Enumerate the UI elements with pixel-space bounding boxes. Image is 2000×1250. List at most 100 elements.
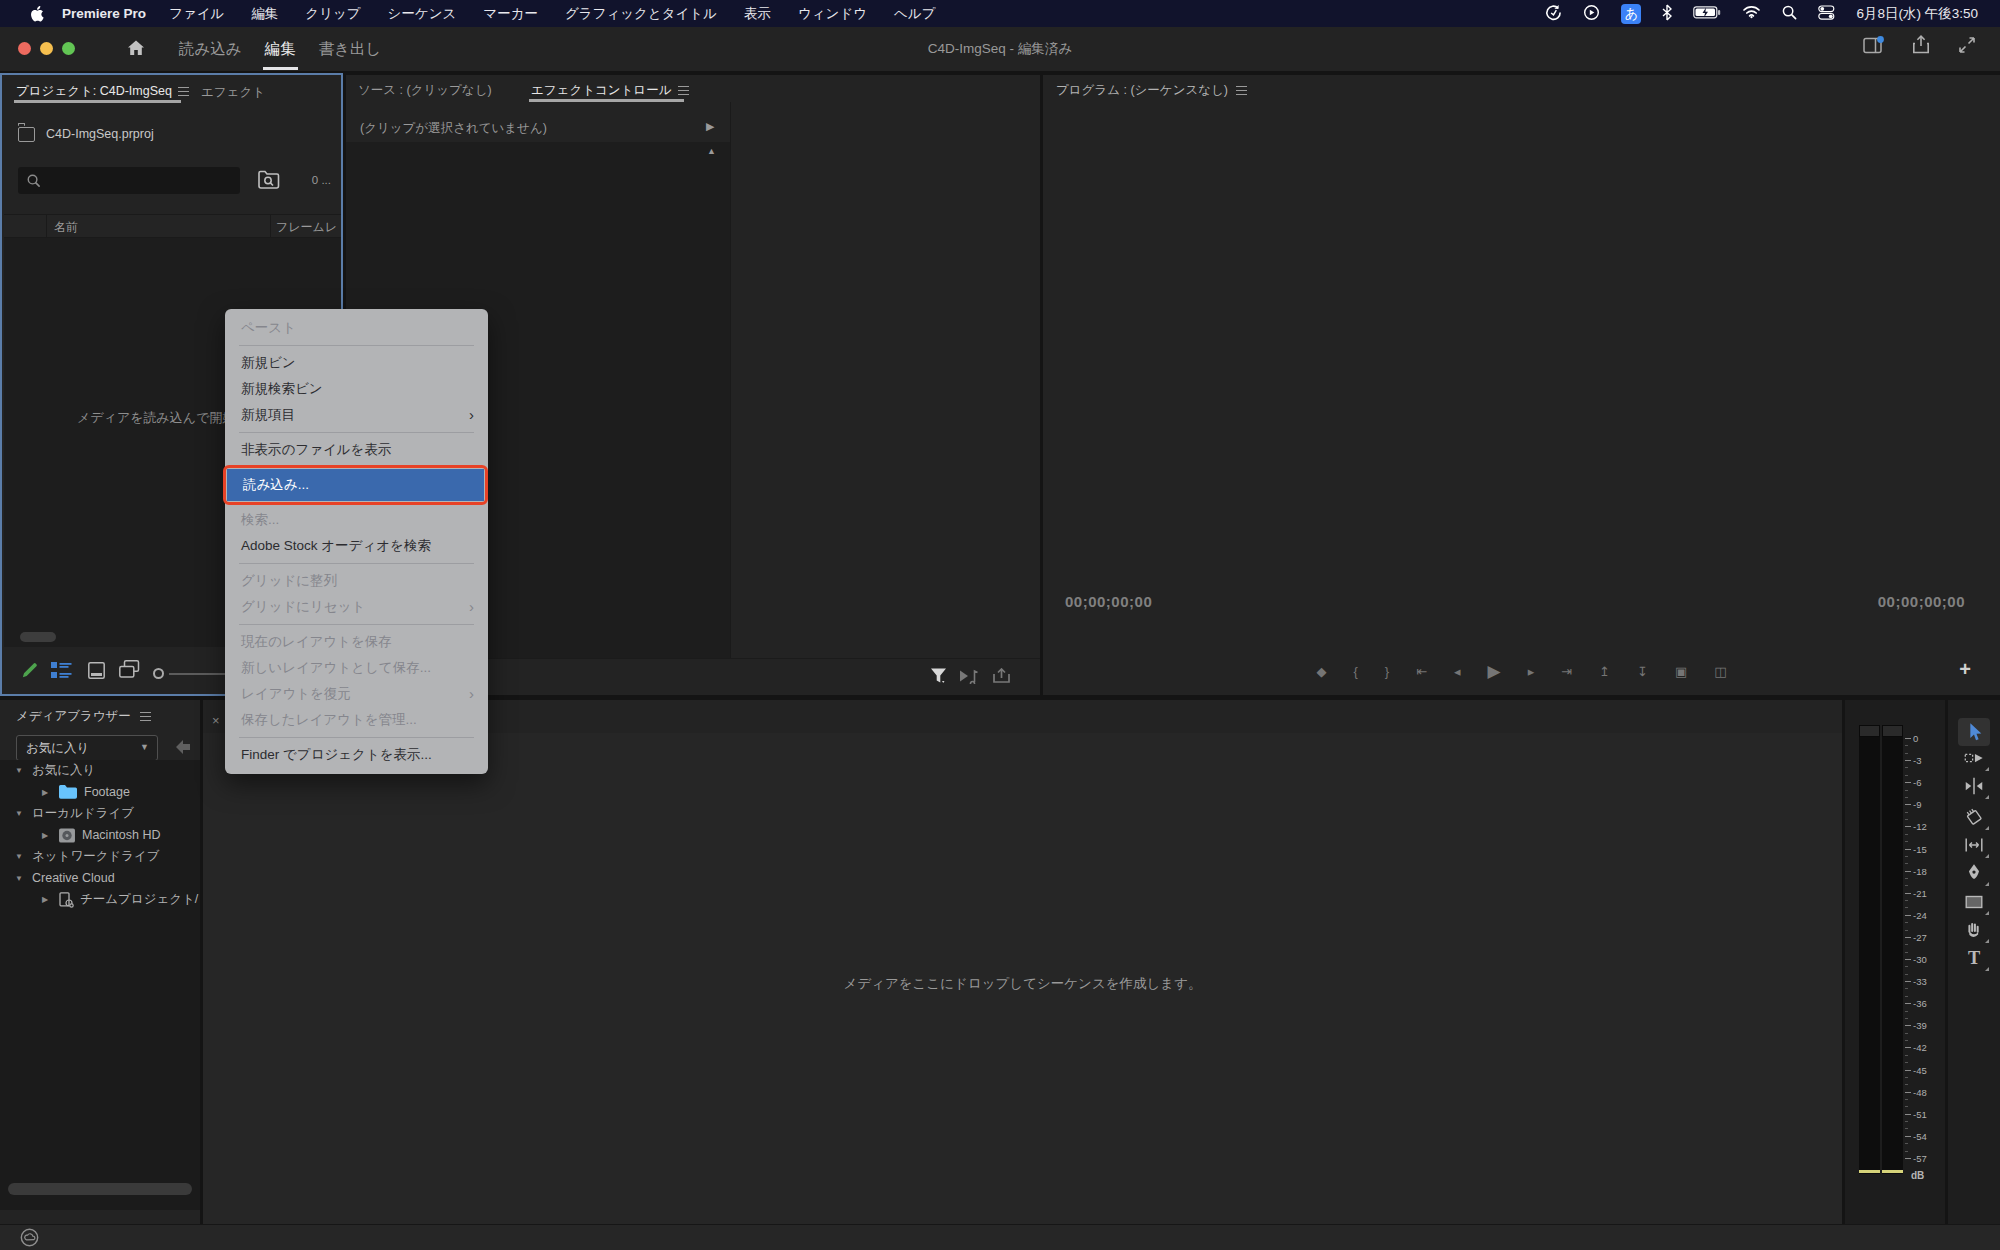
expand-row-icon[interactable]: ▶ — [706, 120, 714, 133]
chevron-collapsed-icon[interactable]: ▶ — [40, 788, 50, 797]
apple-menu-icon[interactable] — [30, 6, 44, 22]
tree-item--[interactable]: ▶チームプロジェクト/ — [0, 889, 200, 911]
type-tool[interactable]: T — [1963, 947, 1985, 969]
menu-item-9[interactable]: Adobe Stock オーディオを検索 — [225, 533, 488, 559]
menubar-clock[interactable]: 6月8日(水) 午後3:50 — [1856, 5, 1978, 23]
menubar-menu-3[interactable]: シーケンス — [388, 5, 457, 23]
control-center-icon[interactable] — [1818, 5, 1835, 23]
mode-tab-1[interactable]: 編集 — [265, 39, 296, 60]
timecode-current[interactable]: 00;00;00;00 — [1065, 593, 1152, 610]
play-icon[interactable]: ▶ — [1488, 661, 1501, 682]
spotlight-search-icon[interactable] — [1782, 5, 1797, 23]
horizontal-scrollbar[interactable] — [20, 632, 56, 642]
publish-icon[interactable] — [992, 668, 1011, 688]
close-panel-icon[interactable]: × — [212, 713, 220, 728]
step-back-icon[interactable]: ◂ — [1454, 664, 1461, 679]
tree-item--[interactable]: ▼お気に入り — [0, 760, 200, 782]
maximize-window-button[interactable] — [62, 42, 75, 55]
chevron-expanded-icon[interactable]: ▼ — [14, 852, 24, 861]
play-audio-icon[interactable] — [959, 668, 980, 688]
menubar-menu-4[interactable]: マーカー — [483, 5, 538, 23]
menubar-menu-7[interactable]: ウィンドウ — [798, 5, 867, 23]
rectangle-tool[interactable] — [1963, 891, 1985, 913]
chevron-collapsed-icon[interactable]: ▶ — [40, 895, 50, 904]
menubar-menu-1[interactable]: 編集 — [251, 5, 278, 23]
tree-item--[interactable]: ▼ネットワークドライブ — [0, 846, 200, 868]
panel-menu-icon[interactable] — [140, 709, 151, 724]
menubar-menu-5[interactable]: グラフィックとタイトル — [565, 5, 717, 23]
pen-tool[interactable] — [1963, 862, 1985, 884]
menubar-app-name[interactable]: Premiere Pro — [62, 6, 146, 21]
marker-icon[interactable]: ◆ — [1316, 664, 1326, 679]
panel-menu-icon[interactable] — [678, 83, 689, 98]
hand-tool[interactable] — [1963, 919, 1985, 941]
menubar-menu-0[interactable]: ファイル — [169, 5, 224, 23]
menu-item-3[interactable]: 新規検索ビン — [225, 376, 488, 402]
battery-icon[interactable] — [1693, 6, 1721, 22]
zoom-slider-handle[interactable] — [153, 668, 164, 679]
tab-source[interactable]: ソース : (クリップなし) — [358, 82, 492, 99]
list-view-icon[interactable] — [51, 662, 72, 683]
panel-menu-icon[interactable] — [178, 84, 189, 99]
column-name[interactable]: 名前 — [54, 219, 78, 236]
tab-effect-control[interactable]: エフェクトコントロール — [531, 82, 689, 99]
extract-icon[interactable]: ↧ — [1637, 664, 1648, 679]
media-browser-scrollbar[interactable] — [8, 1183, 192, 1195]
home-icon[interactable] — [126, 38, 146, 62]
ripple-edit-tool[interactable] — [1963, 775, 1985, 797]
tab-program[interactable]: プログラム : (シーケンスなし) — [1056, 82, 1247, 99]
scroll-up-icon[interactable]: ▲ — [707, 146, 716, 156]
tree-item-creative-cloud[interactable]: ▼Creative Cloud — [0, 868, 200, 890]
workspace-icon[interactable] — [1863, 36, 1884, 58]
chevron-expanded-icon[interactable]: ▼ — [14, 874, 24, 883]
comparison-view-icon[interactable]: ◫ — [1714, 664, 1726, 679]
mark-out-icon[interactable]: } — [1385, 664, 1389, 679]
menu-item-6[interactable]: 非表示のファイルを表示 — [225, 437, 488, 463]
tree-item-macintosh-hd[interactable]: ▶Macintosh HD — [0, 825, 200, 847]
pencil-icon[interactable] — [20, 661, 39, 684]
menu-item-19[interactable]: Finder でプロジェクトを表示... — [225, 742, 488, 768]
ime-icon[interactable]: あ — [1621, 4, 1641, 24]
favorites-dropdown[interactable]: お気に入り ▼ — [16, 735, 158, 761]
track-select-forward-tool[interactable] — [1963, 747, 1985, 769]
bluetooth-icon[interactable] — [1662, 4, 1672, 24]
export-frame-icon[interactable]: ▣ — [1675, 664, 1687, 679]
freeform-view-icon[interactable] — [119, 660, 140, 683]
play-circle-icon[interactable] — [1583, 4, 1600, 24]
quick-export-icon[interactable] — [1912, 35, 1930, 58]
menubar-menu-8[interactable]: ヘルプ — [894, 5, 935, 23]
chevron-collapsed-icon[interactable]: ▶ — [40, 831, 50, 840]
menu-item-4[interactable]: 新規項目› — [225, 402, 488, 428]
mark-in-icon[interactable]: { — [1353, 664, 1357, 679]
filter-properties-icon[interactable] — [930, 667, 947, 689]
icon-view-icon[interactable] — [88, 662, 105, 683]
panel-menu-icon[interactable] — [1236, 83, 1247, 98]
go-to-in-icon[interactable]: ⇤ — [1416, 664, 1427, 679]
audio-meters-panel[interactable]: 0-3-6-9-12-15-18-21-24-27-30-33-36-39-42… — [1845, 700, 1945, 1224]
menubar-menu-6[interactable]: 表示 — [744, 5, 771, 23]
tree-item-footage[interactable]: ▶Footage — [0, 782, 200, 804]
mode-tab-2[interactable]: 書き出し — [319, 39, 382, 60]
chevron-expanded-icon[interactable]: ▼ — [14, 766, 24, 775]
search-bin-icon[interactable] — [257, 169, 282, 195]
menubar-menu-2[interactable]: クリップ — [305, 5, 360, 23]
search-input[interactable] — [18, 167, 240, 194]
lift-icon[interactable]: ↥ — [1599, 664, 1610, 679]
add-button[interactable]: + — [1959, 658, 1971, 681]
go-to-out-icon[interactable]: ⇥ — [1561, 664, 1572, 679]
creative-cloud-icon[interactable] — [20, 1228, 39, 1250]
razor-tool[interactable] — [1963, 806, 1985, 828]
close-window-button[interactable] — [18, 42, 31, 55]
tab-effects[interactable]: エフェクト — [201, 84, 265, 101]
column-frame-rate[interactable]: フレームレ — [276, 219, 337, 236]
selection-tool[interactable] — [1963, 721, 1985, 743]
back-icon[interactable] — [174, 739, 192, 759]
project-file-name[interactable]: C4D-ImgSeq.prproj — [46, 127, 154, 141]
tab-media-browser[interactable]: メディアブラウザー — [16, 708, 131, 725]
sync-icon[interactable] — [1545, 4, 1562, 24]
slip-tool[interactable] — [1963, 834, 1985, 856]
menu-item-2[interactable]: 新規ビン — [225, 350, 488, 376]
tree-item--[interactable]: ▼ローカルドライブ — [0, 803, 200, 825]
wifi-icon[interactable] — [1742, 5, 1761, 22]
step-forward-icon[interactable]: ▸ — [1528, 664, 1535, 679]
